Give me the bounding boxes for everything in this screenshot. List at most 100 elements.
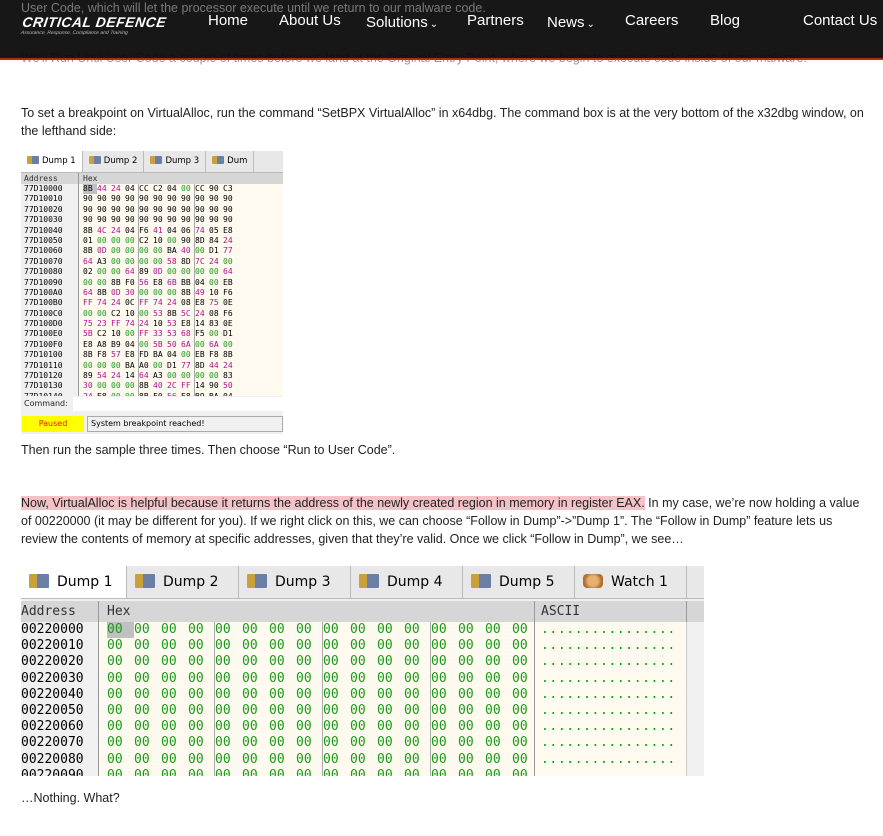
hex-row[interactable]: 77D10110 00 00 00 BA A0 00 D1 77 8D 44 24 — [21, 360, 283, 372]
nav-solutions[interactable]: Solutions ⌄ — [366, 14, 438, 31]
hex-byte: 00 — [350, 638, 366, 654]
hex-byte: 00 — [242, 767, 258, 776]
hex-byte: 00 — [134, 702, 150, 718]
command-input[interactable] — [73, 397, 283, 411]
nav-blog[interactable]: Blog — [710, 12, 740, 29]
hex-byte: 00 — [161, 622, 177, 637]
tab-dump-5[interactable]: Dump 5 — [463, 566, 575, 598]
hex-row[interactable]: 77D10050 01 00 00 00 C2 10 00 90 8D 84 24 — [21, 235, 283, 247]
hex-row[interactable]: 77D100F0 E8 A8 B9 04 00 5B 50 6A 00 6A 00 — [21, 339, 283, 351]
hex-byte: 00 — [296, 654, 323, 671]
hex-row[interactable]: 77D10080 02 00 00 64 89 0D 00 00 00 00 64 — [21, 267, 283, 278]
hex-byte: 84 — [209, 235, 219, 245]
row-bytes: 01 00 00 00 C2 10 00 90 8D 84 24 — [79, 235, 283, 247]
hex-row[interactable]: 77D10100 8B F8 57 E8 FD BA 04 00 EB F8 8B — [21, 350, 283, 361]
hex-byte: 00 — [167, 371, 177, 381]
hex-byte: 00 — [134, 622, 150, 637]
hex-row[interactable]: 00220040 00 00 00 00 00 00 00 00 00 00 00 00 00 00 00 00… — [21, 686, 704, 703]
hex-row[interactable]: 00220010 00 00 00 00 00 00 00 00 00 00 00 00 00 00 00 00… — [21, 638, 704, 655]
hex-byte: 8D — [195, 235, 205, 245]
row-bytes: 89 54 24 14 64 A3 00 00 00 00 83 — [79, 371, 283, 382]
hex-byte: 00 — [350, 751, 366, 767]
hex-byte: 00 — [485, 670, 501, 686]
tab-label: Dump 3 — [275, 574, 331, 590]
tab-dump-1[interactable]: Dump 1 — [21, 566, 127, 598]
hex-row[interactable]: 77D10130 30 00 00 00 8B 40 2C FF 14 90 50 — [21, 381, 283, 392]
hex-row[interactable]: 77D10040 8B 4C 24 04 F6 41 04 06 74 05 E8 — [21, 225, 283, 236]
row-address: 77D100A0 — [21, 287, 79, 299]
tab-dump-2[interactable]: Dump 2 — [83, 151, 145, 172]
tab-dump-2[interactable]: Dump 2 — [127, 566, 239, 598]
status-bar: Paused System breakpoint reached! — [21, 414, 283, 434]
tab-watch-1[interactable]: Watch 1 — [575, 566, 687, 598]
x64dbg-dump-screenshot-large: Dump 1 Dump 2 Dump 3 Dump 4 Dump 5 Watch 1 Ad… — [21, 566, 704, 776]
hex-byte: 58 — [167, 256, 177, 266]
hex-row[interactable]: 00220060 00 00 00 00 00 00 00 00 00 00 00 00 00 00 00 00… — [21, 719, 704, 736]
hex-byte: 00 — [458, 702, 474, 718]
hex-row[interactable]: 77D100B0 FF 74 24 0C FF 74 24 08 E8 75 0E — [21, 298, 283, 309]
hex-byte: 00 — [431, 638, 447, 654]
hex-row[interactable]: 77D10000 8B 44 24 04 CC C2 04 00 CC 90 C3 — [21, 184, 283, 195]
hex-row[interactable]: 77D10010 90 90 90 90 90 90 90 90 90 90 90 — [21, 194, 283, 205]
hex-byte: 00 — [323, 686, 339, 702]
hex-row[interactable]: 77D10120 89 54 24 14 64 A3 00 00 00 00 83 — [21, 371, 283, 382]
hex-row[interactable]: 77D10020 90 90 90 90 90 90 90 90 90 90 90 — [21, 204, 283, 216]
hex-row[interactable]: 00220050 00 00 00 00 00 00 00 00 00 00 00 00 00 00 00 00… — [21, 702, 704, 720]
hex-byte: 90 — [209, 184, 219, 193]
tab-dump-3[interactable]: Dump 3 — [239, 566, 351, 598]
hex-byte: 8B — [83, 246, 93, 256]
row-bytes: 00 00 8B F0 56 E8 6B BB 04 00 EB — [79, 277, 283, 288]
hex-byte: 8B — [181, 287, 195, 299]
hex-byte: 64 — [83, 256, 93, 266]
hex-row[interactable]: 00220070 00 00 00 00 00 00 00 00 00 00 00 00 00 00 00 00… — [21, 735, 704, 752]
hex-byte: 90 — [97, 204, 107, 214]
hex-row[interactable]: 00220020 00 00 00 00 00 00 00 00 00 00 00 00 00 00 00 00… — [21, 654, 704, 671]
dump-tabs: Dump 1 Dump 2 Dump 3 Dump 4 Dump 5 Watch 1 — [21, 566, 704, 599]
hex-row[interactable]: 77D100E0 5B C2 10 00 FF 33 53 68 F5 00 D1 — [21, 329, 283, 340]
row-bytes: 00 00 00 00 00 00 00 00 00 00 00 00 00 00 00 00 — [99, 622, 539, 639]
hex-row[interactable]: 77D10030 90 90 90 90 90 90 90 90 90 90 90 — [21, 215, 283, 226]
nav-news[interactable]: News ⌄ — [547, 14, 595, 31]
hex-rows: 00220000 00 00 00 00 00 00 00 00 00 00 00 00 00 00 00 00… — [21, 622, 704, 776]
hex-row[interactable]: 77D10070 64 A3 00 00 00 00 58 8D 7C 24 00 — [21, 256, 283, 268]
tab-dump-4[interactable]: Dump 4 — [351, 566, 463, 598]
hex-rows: 77D10000 8B 44 24 04 CC C2 04 00 CC 90 C3 77D10010 90… — [21, 184, 283, 403]
hex-row[interactable]: 00220030 00 00 00 00 00 00 00 00 00 00 00 00 00 00 00 00… — [21, 670, 704, 687]
hex-row[interactable]: 77D100D0 75 23 FF 74 24 10 53 E8 14 83 0E — [21, 319, 283, 330]
hex-row[interactable]: 77D10060 8B 0D 00 00 00 00 BA 40 00 D1 77 — [21, 246, 283, 257]
row-ascii: ................ — [535, 638, 687, 655]
hex-byte: 00 — [269, 622, 285, 637]
tab-dump-1[interactable]: Dump 1 — [21, 151, 83, 172]
tab-dump-3[interactable]: Dump 3 — [144, 151, 207, 172]
hex-byte: 00 — [97, 277, 107, 287]
column-headers: Address Hex — [21, 173, 283, 184]
hex-byte: 00 — [161, 767, 177, 776]
hex-byte: 00 — [161, 670, 177, 686]
hex-row[interactable]: 00220000 00 00 00 00 00 00 00 00 00 00 00 00 00 00 00 00… — [21, 622, 704, 639]
hex-byte: 00 — [296, 751, 323, 768]
hex-byte: 00 — [404, 719, 431, 736]
hex-byte: 00 — [350, 735, 366, 751]
hex-row[interactable]: 00220090 00 00 00 00 00 00 00 00 00 00 00 00 00 00 00 00… — [21, 767, 704, 776]
tab-dum[interactable]: Dum — [206, 151, 255, 172]
column-headers: Address Hex ASCII — [21, 601, 704, 622]
hex-row[interactable]: 77D10090 00 00 8B F0 56 E8 6B BB 04 00 EB — [21, 277, 283, 288]
hex-byte: 00 — [296, 622, 323, 639]
logo[interactable]: CRITICAL DEFENCE Assurance, Response, Com… — [20, 14, 167, 36]
hex-byte: 90 — [223, 204, 233, 214]
hex-byte: E8 — [153, 277, 163, 287]
hex-byte: 00 — [125, 329, 139, 340]
hex-row[interactable]: 77D100A0 64 8B 0D 30 00 00 00 8B 49 10 F6 — [21, 287, 283, 299]
hex-row[interactable]: 00220080 00 00 00 00 00 00 00 00 00 00 00 00 00 00 00 00… — [21, 751, 704, 768]
logo-text: CRITICAL DEFENCE — [21, 14, 168, 30]
hex-byte: FD — [139, 350, 149, 360]
nav-careers[interactable]: Careers — [625, 12, 678, 29]
nav-contact-us[interactable]: Contact Us — [803, 12, 877, 29]
hex-byte: 00 — [350, 702, 366, 718]
row-ascii: ................ — [535, 622, 687, 639]
row-bytes: 00 00 00 00 00 00 00 00 00 00 00 00 00 00 00 00 — [99, 751, 539, 768]
hex-byte: 90 — [111, 215, 121, 225]
row-address: 77D10110 — [21, 360, 79, 372]
hex-row[interactable]: 77D100C0 00 00 C2 10 00 53 8B 5C 24 08 F6 — [21, 308, 283, 320]
row-bytes: 00 00 00 00 00 00 00 00 00 00 00 00 00 00 00 00 — [99, 670, 539, 687]
